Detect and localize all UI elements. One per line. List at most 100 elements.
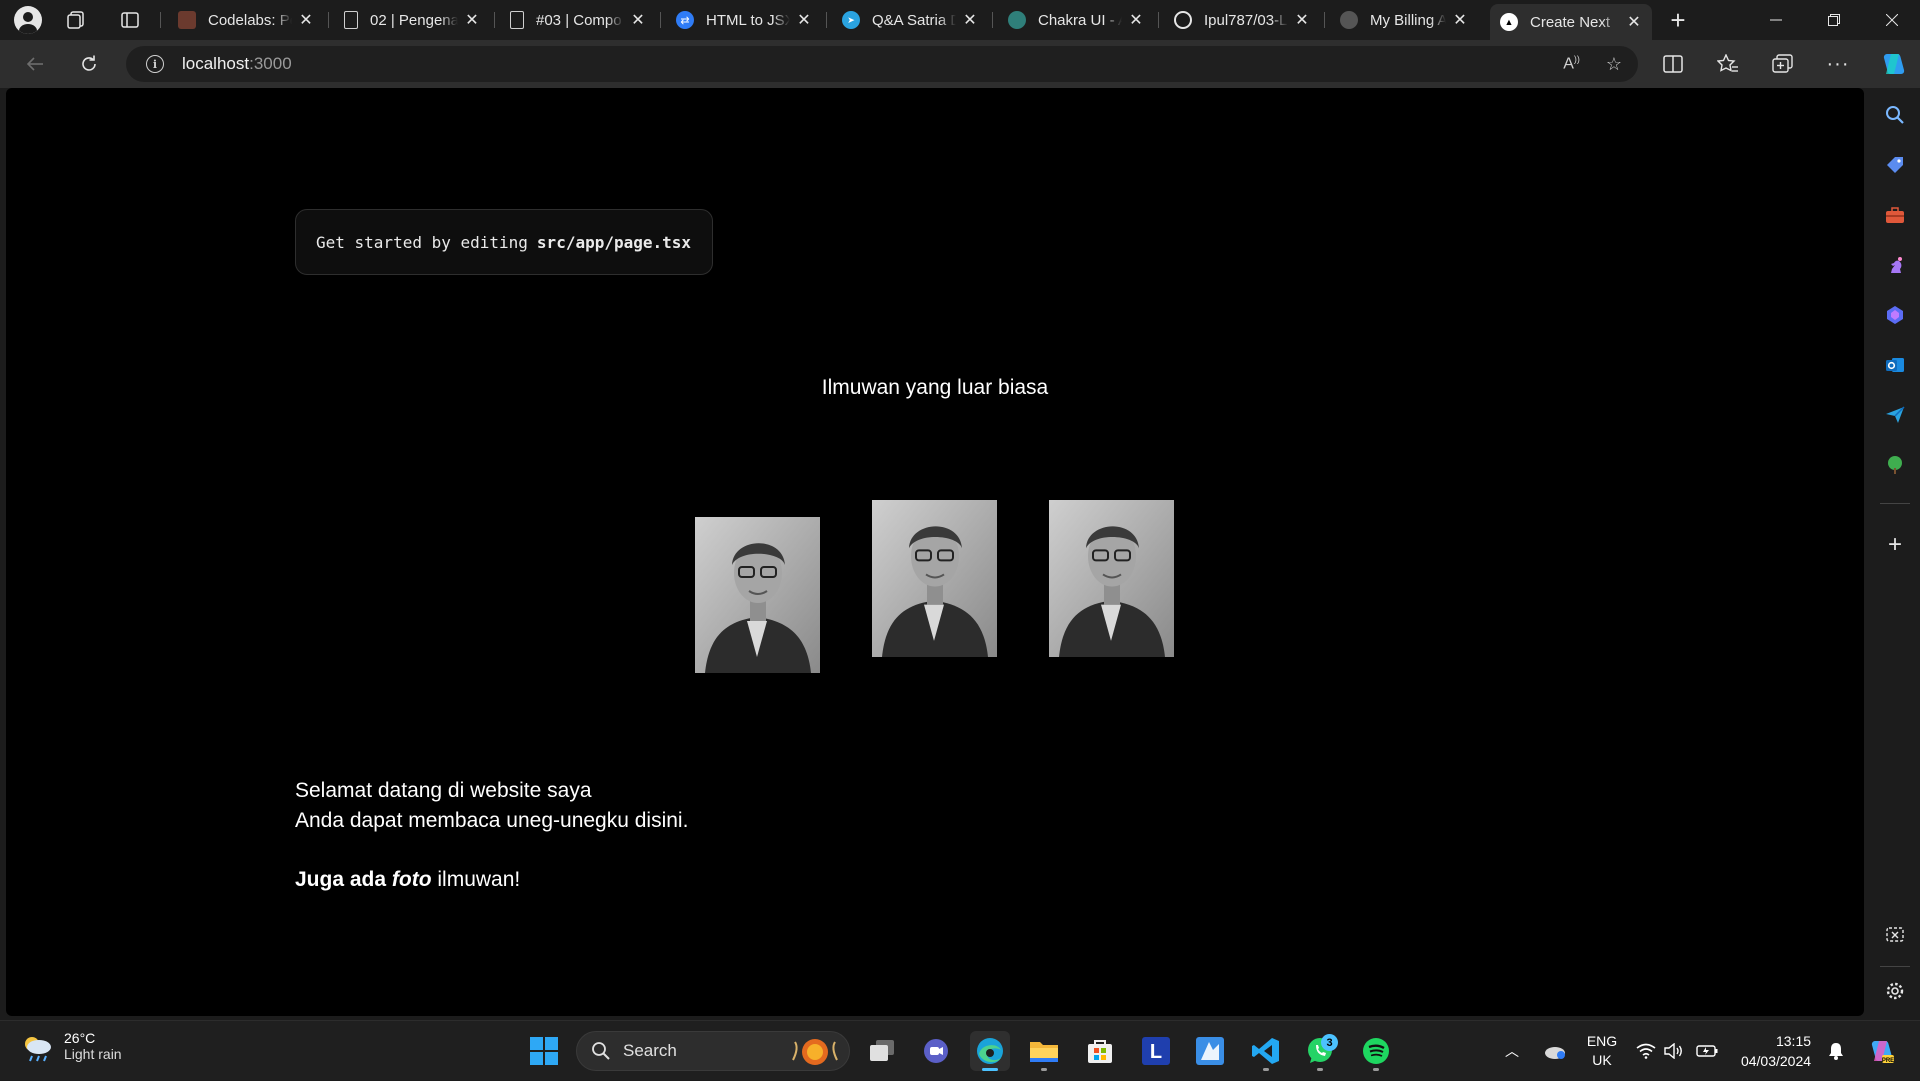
close-tab-icon[interactable]: ✕ xyxy=(962,10,978,30)
taskbar-edge-button[interactable] xyxy=(970,1031,1010,1071)
outlook-icon xyxy=(1886,358,1904,372)
tab-separator xyxy=(1324,12,1325,28)
close-tab-icon[interactable]: ✕ xyxy=(298,10,314,30)
browser-tab[interactable]: #03 | Compo ✕ xyxy=(500,4,656,36)
close-tab-icon[interactable]: ✕ xyxy=(464,10,480,30)
battery-charging-icon xyxy=(1696,1045,1718,1057)
notification-badge: 3 xyxy=(1321,1034,1338,1051)
profile-button[interactable] xyxy=(10,4,46,36)
start-button[interactable] xyxy=(524,1031,564,1071)
collections-icon xyxy=(1772,54,1793,73)
show-hidden-icons-button[interactable]: ︿ xyxy=(1500,1021,1524,1081)
browser-tab[interactable]: Chakra UI - A ✕ xyxy=(998,4,1154,36)
copilot-icon xyxy=(1883,54,1905,74)
sidebar-tree-button[interactable] xyxy=(1878,448,1912,482)
browser-tab[interactable]: Ipul787/03-L ✕ xyxy=(1164,4,1320,36)
page-icon xyxy=(344,11,358,29)
taskbar-search[interactable]: Search xyxy=(576,1031,850,1071)
profile-avatar-icon xyxy=(14,6,42,34)
chevron-up-icon: ︿ xyxy=(1505,1043,1519,1059)
close-tab-icon[interactable]: ✕ xyxy=(1294,10,1310,30)
scientist-photo-2 xyxy=(872,500,997,657)
back-arrow-icon xyxy=(26,57,43,71)
close-tab-icon[interactable]: ✕ xyxy=(796,10,812,30)
scientist-photo-1 xyxy=(695,517,820,673)
taskbar-meet-button[interactable] xyxy=(916,1031,956,1071)
close-tab-icon[interactable]: ✕ xyxy=(1452,10,1468,30)
search-icon xyxy=(592,1042,610,1060)
notifications-button[interactable] xyxy=(1824,1021,1848,1081)
clock-time: 13:15 xyxy=(1775,1033,1812,1049)
browser-tab[interactable]: My Billing Ac ✕ xyxy=(1330,4,1478,36)
favorites-button[interactable] xyxy=(1711,48,1745,80)
sidebar-settings-button[interactable] xyxy=(1878,974,1912,1008)
site-info-icon[interactable]: i xyxy=(146,55,164,73)
sidebar-games-button[interactable] xyxy=(1878,248,1912,282)
tab-title: Chakra UI - A xyxy=(1038,11,1122,29)
close-tab-icon[interactable]: ✕ xyxy=(630,10,646,30)
restore-button[interactable] xyxy=(1806,0,1862,40)
taskbar-spotify-button[interactable] xyxy=(1356,1031,1396,1071)
sidebar-hide-button[interactable] xyxy=(1878,918,1912,952)
sidebar-send-button[interactable] xyxy=(1878,398,1912,432)
sidebar-outlook-button[interactable] xyxy=(1878,348,1912,382)
collections-button[interactable] xyxy=(1766,48,1800,80)
new-tab-button[interactable]: + xyxy=(1662,4,1694,36)
sidebar-tools-button[interactable] xyxy=(1878,198,1912,232)
favorite-star-icon[interactable]: ☆ xyxy=(1606,54,1622,75)
tab-title: Ipul787/03-L xyxy=(1204,11,1288,29)
nextjs-icon: ▲ xyxy=(1500,13,1518,31)
transform-icon: ⇄ xyxy=(676,11,694,29)
address-toolbar: i localhost:3000 A)) ☆ ··· xyxy=(0,40,1920,88)
sidebar-search-button[interactable] xyxy=(1878,98,1912,132)
address-bar[interactable]: i localhost:3000 A)) ☆ xyxy=(126,46,1638,82)
taskbar-vscode-button[interactable] xyxy=(1246,1031,1286,1071)
read-aloud-icon[interactable]: A)) xyxy=(1563,54,1580,73)
settings-more-button[interactable]: ··· xyxy=(1821,48,1855,80)
tab-separator xyxy=(328,12,329,28)
more-dots-icon: ··· xyxy=(1826,52,1850,75)
volume-tray-button[interactable] xyxy=(1662,1021,1686,1081)
sidebar-add-button[interactable]: + xyxy=(1878,528,1912,562)
clock[interactable]: 13:15 04/03/2024 xyxy=(1734,1021,1818,1081)
back-button[interactable] xyxy=(18,48,52,80)
url-text[interactable]: localhost:3000 xyxy=(182,54,292,74)
refresh-button[interactable] xyxy=(72,48,106,80)
running-indicator xyxy=(1263,1068,1269,1071)
taskbar-azure-button[interactable] xyxy=(1190,1031,1230,1071)
sidebar-shopping-button[interactable] xyxy=(1878,148,1912,182)
language-indicator[interactable]: ENG UK xyxy=(1582,1021,1622,1081)
browser-tab[interactable]: Codelabs: Pe ✕ xyxy=(168,4,324,36)
wifi-tray-button[interactable] xyxy=(1634,1021,1658,1081)
svg-text:L: L xyxy=(1150,1041,1162,1063)
copilot-button[interactable] xyxy=(1876,48,1910,80)
weather-widget[interactable]: 26°C Light rain xyxy=(20,1030,122,1062)
running-indicator xyxy=(1373,1068,1379,1071)
minimize-icon xyxy=(1770,19,1782,21)
close-tab-icon[interactable]: ✕ xyxy=(1626,12,1642,32)
taskbar-explorer-button[interactable] xyxy=(1024,1031,1064,1071)
battery-tray-button[interactable] xyxy=(1694,1021,1720,1081)
browser-tab[interactable]: ⇄ HTML to JSX ✕ xyxy=(666,4,822,36)
close-tab-icon[interactable]: ✕ xyxy=(1128,10,1144,30)
workspaces-button[interactable] xyxy=(58,4,94,36)
onedrive-tray-button[interactable] xyxy=(1540,1021,1570,1081)
minimize-button[interactable] xyxy=(1748,0,1804,40)
sidebar-copilot-button[interactable] xyxy=(1878,298,1912,332)
browser-tab[interactable]: ➤ Q&A Satria D ✕ xyxy=(832,4,988,36)
taskbar-whatsapp-button[interactable]: 3 xyxy=(1300,1031,1340,1071)
copilot-tray-button[interactable]: PRE xyxy=(1864,1021,1898,1081)
close-window-button[interactable] xyxy=(1864,0,1920,40)
vertical-tabs-button[interactable] xyxy=(112,4,148,36)
svg-text:PRE: PRE xyxy=(1882,1058,1894,1064)
taskbar-l-app-button[interactable]: L xyxy=(1136,1031,1176,1071)
browser-tab[interactable]: ▲ Create Next ✕ xyxy=(1490,4,1652,40)
tab-separator xyxy=(494,12,495,28)
task-view-button[interactable] xyxy=(862,1031,902,1071)
taskbar-store-button[interactable] xyxy=(1080,1031,1120,1071)
split-screen-button[interactable] xyxy=(1656,48,1690,80)
edit-file-path: src/app/page.tsx xyxy=(536,232,692,252)
browser-tab[interactable]: 02 | Pengena ✕ xyxy=(334,4,490,36)
favorites-icon xyxy=(1717,54,1738,72)
extra-bold-text: Juga ada xyxy=(295,868,387,891)
